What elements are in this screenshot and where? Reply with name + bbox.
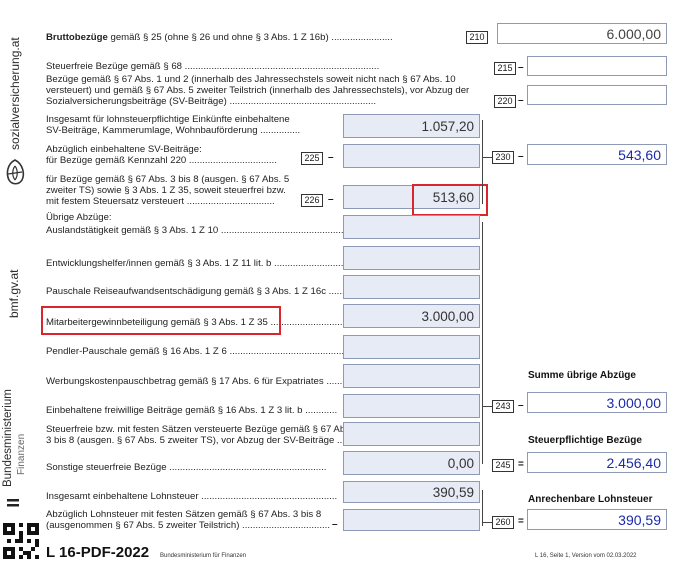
field-260-value: 390,59	[618, 511, 661, 528]
sonstige-field[interactable]: 0,00	[343, 451, 480, 475]
einbehaltene-lst-value: 390,59	[432, 484, 474, 500]
bezuege-67-line1: Bezüge gemäß § 67 Abs. 1 und 2 (innerhal…	[46, 74, 456, 85]
abzueglich-lst-line1: Abzüglich Lohnsteuer mit festen Sätzen g…	[46, 509, 322, 520]
ministry-finanzen: Finanzen	[16, 433, 27, 475]
field-245-value: 2.456,40	[606, 454, 662, 471]
code-243: 243	[492, 400, 514, 413]
bmf-url: bmf.gv.at	[7, 269, 21, 318]
entwicklung-field[interactable]	[343, 246, 480, 270]
insgesamt-sv-line1: Insgesamt für lohnsteuerpflichtige Einkü…	[46, 114, 290, 125]
sonstige-value: 0,00	[447, 455, 474, 471]
brutto-value: 6.000,00	[606, 25, 662, 42]
bmf-eagle-icon	[7, 499, 19, 507]
ausland-field[interactable]	[343, 215, 480, 239]
bezuege-67-line3: Sozialversicherungsbeiträge (SV-Beiträge…	[46, 96, 377, 107]
field-225[interactable]	[343, 144, 480, 168]
field-260[interactable]: 390,59	[527, 509, 667, 530]
summe-heading: Summe übrige Abzüge	[528, 370, 636, 381]
ausland-label: Auslandstätigkeit gemäß § 3 Abs. 1 Z 10 …	[46, 225, 355, 236]
fuer-bezuege-line3: mit festem Steuersatz versteuert .......…	[46, 196, 275, 207]
steuerfrei-fest-field[interactable]	[343, 422, 480, 446]
field-220[interactable]	[527, 85, 667, 105]
bracket-243-tick	[482, 406, 492, 407]
uebrige-abzuege-heading: Übrige Abzüge:	[46, 212, 112, 223]
code-230: 230	[492, 151, 514, 164]
bracket-260-tick	[482, 522, 492, 523]
steuerpflichtig-heading: Steuerpflichtige Bezüge	[528, 435, 642, 446]
abzueglich-lst-field[interactable]	[343, 509, 480, 531]
anrechenbar-heading: Anrechenbare Lohnsteuer	[528, 494, 653, 505]
code-220: 220	[494, 95, 516, 108]
brutto-label: Bruttobezüge gemäß § 25 (ohne § 26 und o…	[46, 32, 393, 43]
code-226: 226	[301, 194, 323, 207]
werbung-field[interactable]	[343, 364, 480, 388]
sonstige-label: Sonstige steuerfreie Bezüge ............…	[46, 462, 327, 473]
bracket-230	[482, 120, 483, 204]
sozialversicherung-logo-icon	[6, 159, 25, 185]
pauschale-label: Pauschale Reiseaufwandsentschädigung gem…	[46, 286, 345, 297]
entwicklung-label: Entwicklungshelfer/innen gemäß § 3 Abs. …	[46, 258, 357, 269]
brutto-bold: Bruttobezüge	[46, 32, 108, 43]
steuerfrei-fest-line1: Steuerfreie bzw. mit festen Sätzen verst…	[46, 424, 353, 435]
insgesamt-sv-field[interactable]: 1.057,20	[343, 114, 480, 138]
sozialversicherung-url: sozialversicherung.at	[8, 37, 22, 150]
fuer-bezuege-line2: zweiter TS) sowie § 3 Abs. 1 Z 35, sowei…	[46, 185, 286, 196]
bracket-260	[482, 490, 483, 526]
minus-lst: –	[332, 519, 338, 530]
abzueglich-lst-line2: (ausgenommen § 67 Abs. 5 zweiter Teilstr…	[46, 520, 331, 531]
field-230[interactable]: 543,60	[527, 144, 667, 165]
bracket-230-tick	[482, 157, 492, 158]
field-215[interactable]	[527, 56, 667, 76]
brutto-rest: gemäß § 25 (ohne § 26 und ohne § 3 Abs. …	[107, 32, 393, 43]
bracket-243	[482, 222, 483, 464]
brutto-field[interactable]: 6.000,00	[497, 23, 667, 44]
abzueglich-sv-line2: für Bezüge gemäß Kennzahl 220 ..........…	[46, 155, 277, 166]
code-215: 215	[494, 62, 516, 75]
highlight-mitarbeiter	[41, 306, 281, 335]
minus-243: –	[518, 400, 524, 411]
code-210: 210	[466, 31, 488, 44]
code-260: 260	[492, 516, 514, 529]
equals-260: =	[518, 516, 524, 527]
qr-code-icon	[3, 523, 39, 559]
field-243-value: 3.000,00	[606, 394, 662, 411]
pauschale-field[interactable]	[343, 275, 480, 299]
insgesamt-sv-value: 1.057,20	[421, 118, 474, 134]
freiwillig-label: Einbehaltene freiwillige Beiträge gemäß …	[46, 405, 338, 416]
minus-225: –	[328, 152, 334, 163]
field-243[interactable]: 3.000,00	[527, 392, 667, 413]
minus-220: –	[518, 95, 524, 106]
steuerfrei-68-label: Steuerfreie Bezüge gemäß § 68 ..........…	[46, 61, 380, 72]
highlight-513	[412, 184, 488, 216]
mitarbeiter-value: 3.000,00	[421, 308, 474, 324]
footer-ministry: Bundesministerium für Finanzen	[160, 553, 247, 559]
minus-226: –	[328, 194, 334, 205]
freiwillig-field[interactable]	[343, 394, 480, 418]
abzueglich-sv-line1: Abzüglich einbehaltene SV-Beiträge:	[46, 144, 202, 155]
form-title: L 16-PDF-2022	[46, 544, 150, 561]
fuer-bezuege-line1: für Bezüge gemäß § 67 Abs. 3 bis 8 (ausg…	[46, 174, 290, 185]
code-245: 245	[492, 459, 514, 472]
minus-215: –	[518, 62, 524, 73]
bezuege-67-line2: versteuert) und gemäß § 67 Abs. 5 zweite…	[46, 85, 470, 96]
equals-245: =	[518, 459, 524, 470]
insgesamt-sv-line2: SV-Beiträge, Kammerumlage, Wohnbauförder…	[46, 125, 301, 136]
minus-230: –	[518, 151, 524, 162]
footer-page-info: L 16, Seite 1, Version vom 02.03.2022	[535, 553, 637, 559]
pendler-field[interactable]	[343, 335, 480, 359]
code-225: 225	[301, 152, 323, 165]
steuerfrei-fest-line2: 3 bis 8 (ausgen. § 67 Abs. 5 zweiter TS)…	[46, 435, 359, 446]
einbehaltene-lst-field[interactable]: 390,59	[343, 481, 480, 503]
pendler-label: Pendler-Pauschale gemäß § 16 Abs. 1 Z 6 …	[46, 346, 363, 357]
werbung-label: Werbungskostenpauschbetrag gemäß § 17 Ab…	[46, 376, 356, 387]
einbehaltene-lst-label: Insgesamt einbehaltene Lohnsteuer ......…	[46, 491, 338, 502]
field-230-value: 543,60	[618, 146, 661, 163]
mitarbeiter-field[interactable]: 3.000,00	[343, 304, 480, 328]
ministry-name: Bundesministerium	[2, 389, 14, 487]
field-245[interactable]: 2.456,40	[527, 452, 667, 473]
